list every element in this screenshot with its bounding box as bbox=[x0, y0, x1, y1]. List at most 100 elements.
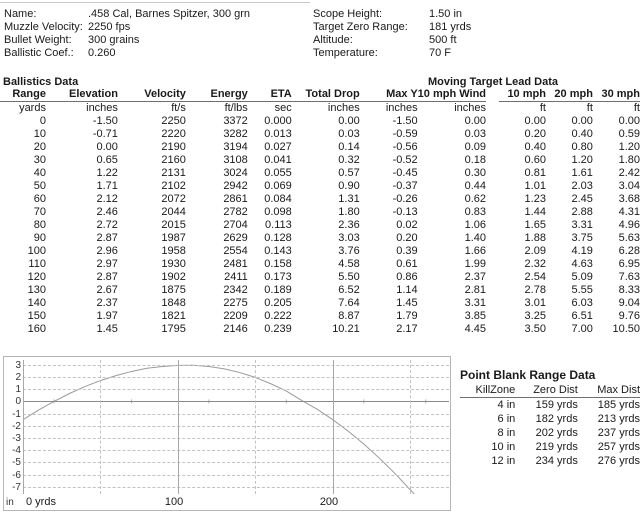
table-cell: 1.45 bbox=[96, 323, 118, 335]
table-cell: 3024 bbox=[223, 167, 248, 179]
table-cell: 6.52 bbox=[338, 284, 360, 296]
column-spacer bbox=[486, 219, 499, 232]
environment-parameter-row: Scope Height: 1.50 in bbox=[313, 8, 471, 21]
table-cell: 1.01 bbox=[524, 180, 546, 192]
column-unit: sec bbox=[274, 102, 292, 114]
table-cell: 50 bbox=[33, 180, 46, 192]
table-cell: 1902 bbox=[161, 271, 186, 283]
table-cell: 3108 bbox=[223, 154, 248, 166]
table-cell: -0.13 bbox=[392, 206, 418, 218]
point-blank-table-body: 4 in 159 yrds 185 yrds 6 in 182 yrds 213 yrds… bbox=[460, 398, 640, 469]
table-cell: 0.83 bbox=[464, 206, 487, 218]
table-cell: 2.32 bbox=[524, 258, 546, 270]
table-cell: 3.31 bbox=[571, 219, 593, 231]
table-cell: 0 bbox=[39, 115, 46, 127]
column-spacer bbox=[486, 115, 499, 128]
load-parameter-value: 300 grains bbox=[88, 34, 140, 46]
table-cell: 182 yrds bbox=[535, 413, 578, 425]
load-parameter-label: Name: bbox=[4, 8, 37, 20]
table-cell: 0.20 bbox=[524, 128, 546, 140]
table-cell: 0.00 bbox=[618, 115, 640, 127]
ballistics-table-unit-row: yards inches ft/s ft/lbs sec inches inches inch… bbox=[0, 102, 640, 116]
table-cell: 4.58 bbox=[338, 258, 360, 270]
environment-parameter-label: Target Zero Range: bbox=[313, 21, 408, 33]
table-cell: 2.81 bbox=[464, 284, 487, 296]
y-axis-tick-label: 0 bbox=[15, 396, 21, 408]
table-cell: 150 bbox=[27, 310, 46, 322]
table-cell: 0.09 bbox=[464, 141, 487, 153]
table-cell: -0.52 bbox=[392, 154, 418, 166]
table-cell: 2072 bbox=[161, 193, 186, 205]
table-cell: 0.90 bbox=[338, 180, 360, 192]
table-cell: 1.23 bbox=[524, 193, 546, 205]
zero-axis-line: 0 bbox=[15, 397, 449, 407]
table-cell: 0.03 bbox=[464, 128, 487, 140]
table-cell: 0.44 bbox=[464, 180, 487, 192]
table-cell: 8.87 bbox=[338, 310, 360, 322]
column-unit: inches bbox=[86, 102, 118, 114]
table-cell: 8.33 bbox=[618, 284, 640, 296]
table-cell: 0.041 bbox=[264, 154, 292, 166]
table-cell: 0.143 bbox=[264, 245, 292, 257]
table-cell: 100 bbox=[27, 245, 46, 257]
table-cell: 0.189 bbox=[264, 284, 292, 296]
table-row: 110 2.97 1930 2481 0.158 4.58 0.61 1.99 2.32 4.63… bbox=[0, 258, 640, 271]
table-cell: 7.00 bbox=[571, 323, 593, 335]
table-row: 60 2.12 2072 2861 0.084 1.31 -0.26 0.62 1.23 2.45… bbox=[0, 193, 640, 206]
table-cell: 2.87 bbox=[96, 232, 118, 244]
column-header-eta: ETA bbox=[247, 88, 292, 102]
table-cell: 2.97 bbox=[96, 258, 118, 270]
table-cell: -1.50 bbox=[392, 115, 418, 127]
table-row: 4 in 159 yrds 185 yrds bbox=[460, 398, 640, 413]
table-cell: 5.09 bbox=[571, 271, 593, 283]
point-blank-range-title: Point Blank Range Data bbox=[460, 368, 596, 382]
column-spacer bbox=[486, 284, 499, 297]
table-cell: 1.22 bbox=[96, 167, 118, 179]
vertical-gridline-minor bbox=[100, 360, 102, 494]
table-cell: 0.239 bbox=[264, 323, 292, 335]
y-axis-tick-label: 3 bbox=[15, 359, 21, 371]
table-row: 10 -0.71 2220 3282 0.013 0.03 -0.59 0.03 0.20 0.4… bbox=[0, 128, 640, 141]
top-divider-line bbox=[0, 2, 310, 3]
table-cell: 0.222 bbox=[264, 310, 292, 322]
table-cell: 1.79 bbox=[396, 310, 418, 322]
table-cell: 0.59 bbox=[618, 128, 640, 140]
table-cell: 2131 bbox=[161, 167, 186, 179]
ballistics-data-title: Ballistics Data bbox=[3, 76, 79, 88]
horizontal-gridline: -5 bbox=[12, 458, 449, 468]
table-cell: 2102 bbox=[161, 180, 186, 192]
table-cell: 0.40 bbox=[524, 141, 546, 153]
column-header-30-mph: 30 mph bbox=[592, 88, 640, 102]
table-cell: 4.45 bbox=[464, 323, 487, 335]
column-unit: ft bbox=[633, 102, 640, 114]
table-cell: 213 yrds bbox=[597, 413, 640, 425]
table-cell: 10 bbox=[33, 128, 46, 140]
table-row: 100 2.96 1958 2554 0.143 3.76 0.39 1.66 2.09 4.19… bbox=[0, 245, 640, 258]
table-cell: 30 bbox=[33, 154, 46, 166]
table-cell: 2861 bbox=[223, 193, 248, 205]
pbr-column-header-killzone: KillZone bbox=[460, 383, 516, 398]
column-header-energy: Energy bbox=[185, 88, 248, 102]
load-parameter-label: Muzzle Velocity: bbox=[4, 21, 83, 33]
table-row: 8 in 202 yrds 237 yrds bbox=[460, 426, 640, 440]
table-cell: 2275 bbox=[223, 297, 248, 309]
pbr-column-header-zero-dist: Zero Dist bbox=[515, 383, 578, 398]
table-cell: 3.01 bbox=[524, 297, 546, 309]
table-cell: -0.71 bbox=[92, 128, 118, 140]
table-cell: 202 yrds bbox=[535, 427, 578, 439]
table-cell: 1.45 bbox=[396, 297, 418, 309]
table-cell: 0.00 bbox=[464, 115, 487, 127]
table-cell: 2342 bbox=[223, 284, 248, 296]
table-cell: 3282 bbox=[223, 128, 248, 140]
column-header-20-mph: 20 mph bbox=[545, 88, 593, 102]
table-row: 80 2.72 2015 2704 0.113 2.36 0.02 1.06 1.65 3.31 4… bbox=[0, 219, 640, 232]
y-axis-tick-label: -2 bbox=[12, 420, 21, 432]
table-cell: 0.069 bbox=[264, 180, 292, 192]
table-cell: 3.68 bbox=[618, 193, 640, 205]
table-cell: 90 bbox=[33, 232, 46, 244]
table-row: 0 -1.50 2250 3372 0.000 0.00 -1.50 0.00 0.00 0.00… bbox=[0, 115, 640, 128]
column-spacer bbox=[486, 258, 499, 271]
table-cell: 2.12 bbox=[96, 193, 118, 205]
y-axis-tick-label: 2 bbox=[15, 372, 21, 384]
table-row: 70 2.46 2044 2782 0.098 1.80 -0.13 0.83 1.44 2.88… bbox=[0, 206, 640, 219]
